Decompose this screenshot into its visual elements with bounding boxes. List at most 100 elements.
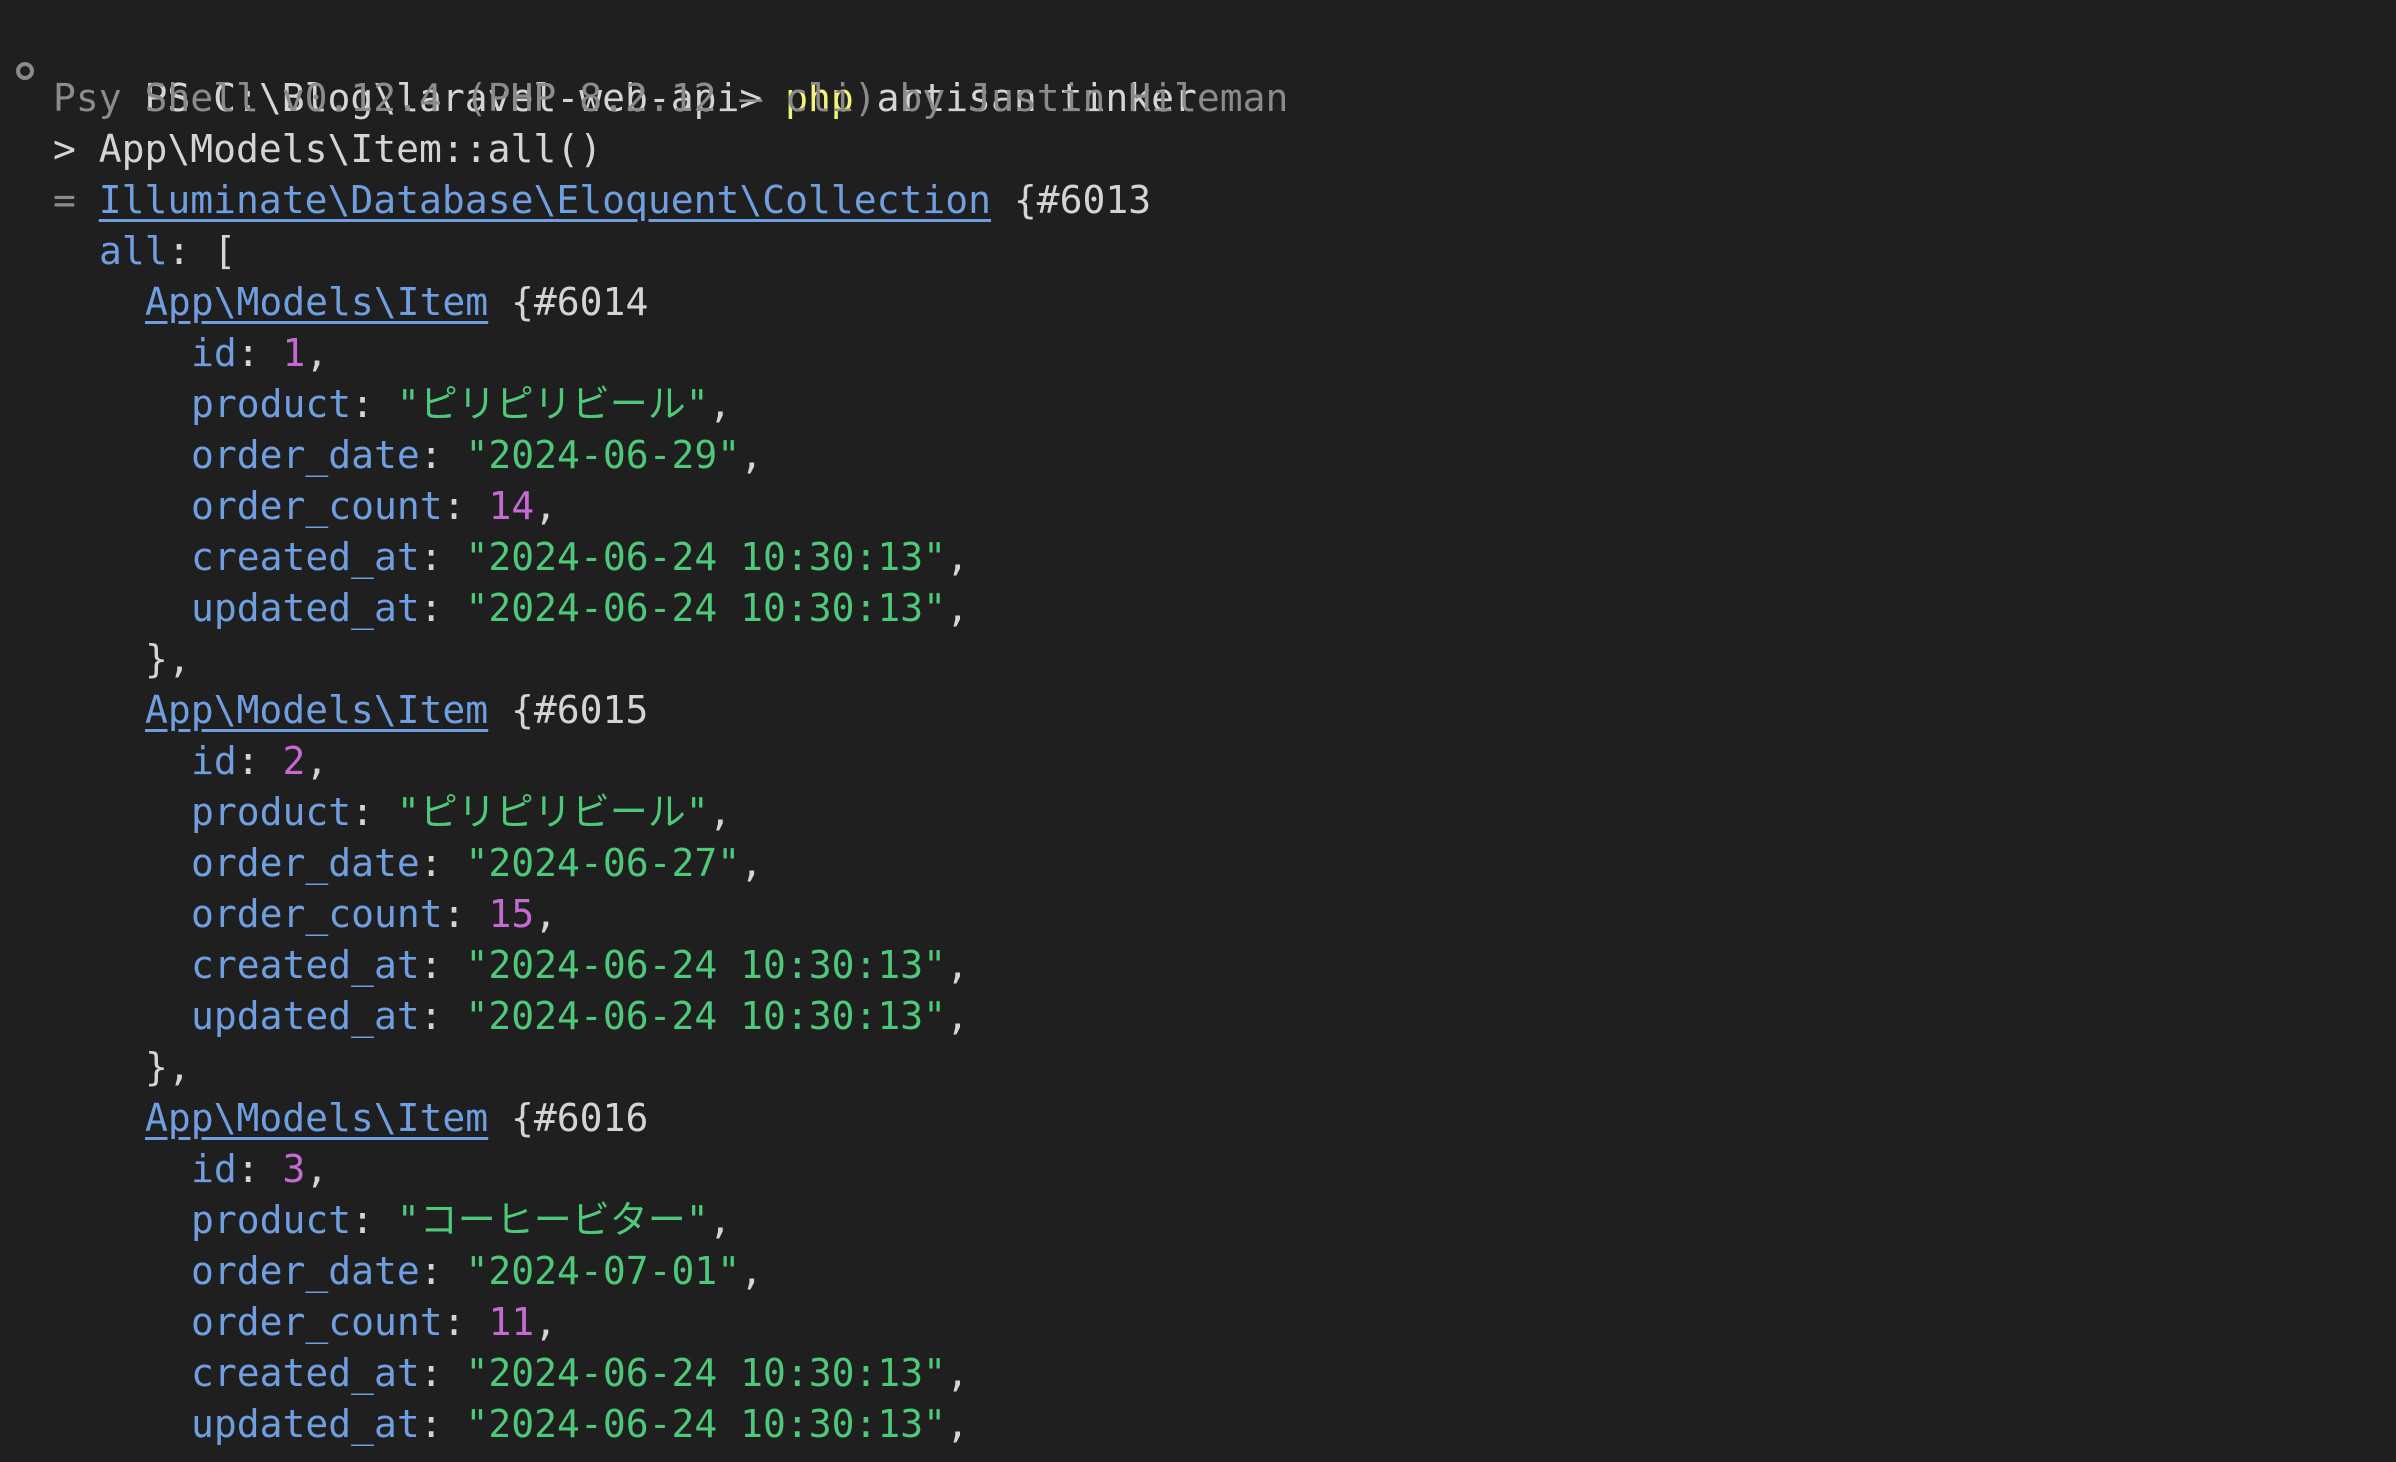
field-key: order_date	[191, 841, 420, 885]
comma: ,	[708, 790, 732, 834]
field-key: product	[191, 382, 352, 426]
field-key: id	[191, 1147, 237, 1191]
comma: ,	[945, 1351, 969, 1395]
comma: ,	[708, 382, 732, 426]
field-key: product	[191, 1198, 352, 1242]
field-key: created_at	[191, 943, 420, 987]
comma: ,	[708, 1198, 732, 1242]
item-object-id: {#6016	[488, 1096, 649, 1140]
field-value: 14	[488, 484, 535, 528]
all-key: all	[99, 229, 168, 273]
comma: ,	[534, 1300, 558, 1344]
field-value: "ピリピリビール"	[396, 382, 709, 426]
comma: ,	[740, 433, 763, 477]
comma: ,	[945, 994, 969, 1038]
colon: :	[419, 943, 466, 987]
tinker-input-line: > App\Models\Item::all()	[53, 127, 603, 171]
field-order-date: order_date: "2024-06-29",	[0, 430, 2396, 481]
field-value: "2024-06-24 10:30:13"	[465, 943, 946, 987]
all-array-open: all: [	[0, 226, 2396, 277]
field-value: 1	[282, 331, 306, 375]
field-created-at: created_at: "2024-06-24 10:30:13",	[0, 1348, 2396, 1399]
prompt-line: PS C:\Blog\laravel-web-api> php artisan …	[0, 22, 2396, 120]
field-order-count: order_count: 15,	[0, 889, 2396, 940]
comma: ,	[305, 739, 329, 783]
field-key: order_count	[191, 1300, 443, 1344]
item-header: App\Models\Item {#6015	[0, 685, 2396, 736]
colon: :	[419, 433, 466, 477]
colon: :	[351, 790, 397, 834]
field-updated-at: updated_at: "2024-06-24 10:30:13",	[0, 583, 2396, 634]
collection-object-id: {#6013	[991, 178, 1152, 222]
field-value: "コーヒービター"	[396, 1198, 709, 1242]
field-order-count: order_count: 14,	[0, 481, 2396, 532]
colon: :	[442, 1300, 489, 1344]
colon: :	[442, 892, 489, 936]
field-order-date: order_date: "2024-07-01",	[0, 1246, 2396, 1297]
field-value: "2024-06-29"	[465, 433, 741, 477]
item-header: App\Models\Item {#6016	[0, 1093, 2396, 1144]
comma: ,	[945, 943, 969, 987]
field-value: 11	[488, 1300, 535, 1344]
item-class-link[interactable]: App\Models\Item	[145, 688, 488, 732]
item-class-link[interactable]: App\Models\Item	[145, 1096, 488, 1140]
field-value: "2024-06-24 10:30:13"	[465, 1351, 946, 1395]
comma: ,	[305, 1147, 329, 1191]
collection-class-link[interactable]: Illuminate\Database\Eloquent\Collection	[99, 178, 991, 222]
psy-shell-banner: Psy Shell v0.12.4 (PHP 8.2.12 — cli) by …	[53, 76, 1289, 120]
colon: :	[236, 331, 283, 375]
colon: :	[419, 535, 466, 579]
item-close: },	[145, 1045, 191, 1089]
comma: ,	[945, 535, 969, 579]
field-value: "2024-06-24 10:30:13"	[465, 535, 946, 579]
comma: ,	[945, 1402, 969, 1446]
field-key: created_at	[191, 535, 420, 579]
comma: ,	[534, 484, 558, 528]
field-key: id	[191, 739, 237, 783]
field-value: "2024-06-27"	[465, 841, 741, 885]
field-key: order_count	[191, 484, 443, 528]
field-key: order_date	[191, 1249, 420, 1293]
colon: :	[236, 739, 283, 783]
colon: :	[419, 586, 466, 630]
colon: :	[351, 382, 397, 426]
field-product: product: "ピリピリビール",	[0, 379, 2396, 430]
comma: ,	[305, 331, 329, 375]
result-header: = Illuminate\Database\Eloquent\Collectio…	[0, 175, 2396, 226]
field-value: "2024-07-01"	[465, 1249, 741, 1293]
field-value: "2024-06-24 10:30:13"	[465, 586, 946, 630]
field-value: 2	[282, 739, 306, 783]
colon: :	[419, 994, 466, 1038]
colon: :	[419, 841, 466, 885]
comma: ,	[740, 1249, 763, 1293]
item-class-link[interactable]: App\Models\Item	[145, 280, 488, 324]
field-value: 3	[282, 1147, 306, 1191]
colon: :	[236, 1147, 283, 1191]
terminal-panel[interactable]: PS C:\Blog\laravel-web-api> php artisan …	[0, 0, 2396, 1462]
field-key: id	[191, 331, 237, 375]
field-key: order_date	[191, 433, 420, 477]
field-id: id: 3,	[0, 1144, 2396, 1195]
field-updated-at: updated_at: "2024-06-24 10:30:13",	[0, 991, 2396, 1042]
field-id: id: 2,	[0, 736, 2396, 787]
field-updated-at: updated_at: "2024-06-24 10:30:13",	[0, 1399, 2396, 1450]
field-key: created_at	[191, 1351, 420, 1395]
field-key: updated_at	[191, 1402, 420, 1446]
field-product: product: "コーヒービター",	[0, 1195, 2396, 1246]
field-created-at: created_at: "2024-06-24 10:30:13",	[0, 532, 2396, 583]
field-id: id: 1,	[0, 328, 2396, 379]
field-order-count: order_count: 11,	[0, 1297, 2396, 1348]
colon: :	[351, 1198, 397, 1242]
colon: :	[419, 1402, 466, 1446]
comma: ,	[534, 892, 558, 936]
field-key: updated_at	[191, 994, 420, 1038]
field-key: updated_at	[191, 586, 420, 630]
all-open-bracket: : [	[167, 229, 237, 273]
field-key: product	[191, 790, 352, 834]
result-marker: =	[53, 178, 99, 222]
field-created-at: created_at: "2024-06-24 10:30:13",	[0, 940, 2396, 991]
field-order-date: order_date: "2024-06-27",	[0, 838, 2396, 889]
comma: ,	[945, 586, 969, 630]
comma: ,	[740, 841, 763, 885]
field-value: "2024-06-24 10:30:13"	[465, 1402, 946, 1446]
